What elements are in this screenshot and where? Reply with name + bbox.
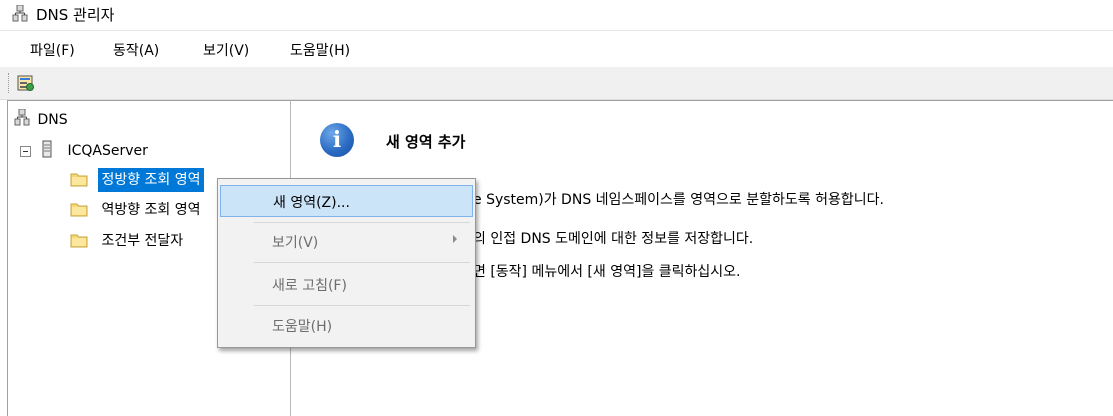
folder-icon: [70, 173, 88, 187]
context-item-refresh[interactable]: 새로 고침(F): [220, 269, 471, 299]
properties-icon[interactable]: [16, 73, 36, 93]
menu-action[interactable]: 동작(A): [113, 40, 159, 60]
folder-icon: [70, 203, 88, 217]
tree-item-server[interactable]: ICQAServer: [40, 139, 151, 163]
info-icon: i: [320, 123, 354, 157]
tree-item-reverse-lookup[interactable]: 역방향 조회 영역: [70, 198, 204, 222]
menu-separator: [254, 262, 470, 263]
title-bar: DNS 관리자: [0, 0, 1113, 31]
menu-bar: 파일(F) 동작(A) 보기(V) 도움말(H): [0, 31, 1113, 67]
dns-manager-icon: [12, 5, 28, 22]
tree-label-reverse-lookup: 역방향 조회 영역: [101, 202, 201, 218]
menu-help[interactable]: 도움말(H): [290, 40, 350, 60]
info-line-3: 면 [동작] 메뉴에서 [새 영역]을 클릭하십시오.: [473, 264, 741, 280]
dns-icon: [14, 108, 30, 126]
server-icon: [42, 140, 52, 158]
toolbar: [0, 67, 1113, 100]
context-item-new-zone[interactable]: 새 영역(Z)...: [220, 185, 473, 217]
tree-label-forward-lookup: 정방향 조회 영역: [98, 168, 204, 192]
submenu-arrow-icon: [453, 235, 457, 243]
tree-item-dns[interactable]: DNS: [14, 108, 71, 132]
context-item-new-zone-label: 새 영역(Z)...: [273, 195, 350, 211]
tree-item-conditional-forwarders[interactable]: 조건부 전달자: [70, 229, 186, 253]
info-line-2: 의 인접 DNS 도메인에 대한 정보를 저장합니다.: [473, 231, 754, 247]
context-item-view[interactable]: 보기(V): [220, 226, 471, 256]
context-menu: 새 영역(Z)... 보기(V) 새로 고침(F) 도움말(H): [217, 178, 476, 348]
folder-icon: [70, 234, 88, 248]
tree-label-server: ICQAServer: [67, 143, 148, 159]
info-title: 새 영역 추가: [386, 133, 466, 151]
context-item-view-label: 보기(V): [272, 235, 319, 251]
menu-separator: [254, 222, 470, 223]
context-item-refresh-label: 새로 고침(F): [272, 278, 347, 294]
window-title: DNS 관리자: [36, 6, 115, 24]
collapse-icon[interactable]: [20, 146, 31, 157]
context-item-help[interactable]: 도움말(H): [220, 310, 471, 340]
menu-separator: [254, 305, 470, 306]
toolbar-grip[interactable]: [8, 73, 11, 93]
info-line-1: e System)가 DNS 네임스페이스를 영역으로 분할하도록 허용합니다.: [473, 192, 884, 208]
context-item-help-label: 도움말(H): [272, 319, 333, 335]
tree-label-conditional-forwarders: 조건부 전달자: [101, 233, 184, 249]
tree-item-forward-lookup[interactable]: 정방향 조회 영역: [70, 168, 204, 192]
tree-label-dns: DNS: [37, 112, 68, 128]
menu-file[interactable]: 파일(F): [30, 40, 75, 60]
menu-view[interactable]: 보기(V): [203, 40, 249, 60]
